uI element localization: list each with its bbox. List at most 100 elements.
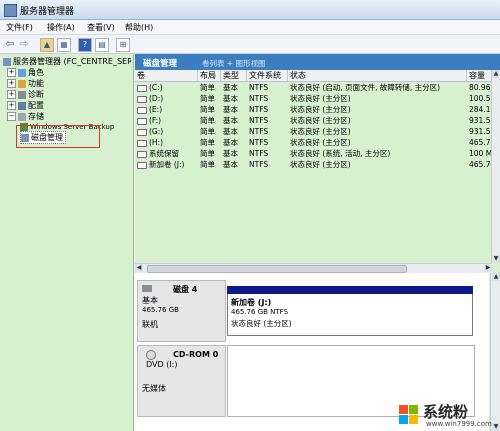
disk-type: 基本 xyxy=(142,296,158,305)
menu-help[interactable]: 帮助(H) xyxy=(125,22,153,33)
roles-icon xyxy=(18,68,26,77)
volume-row[interactable]: (G:) 简单 基本 NTFS 状态良好 (主分区) 931.51 xyxy=(135,126,492,137)
scroll-left-icon[interactable]: ◀ xyxy=(135,264,143,272)
graphical-view-scrollbar[interactable]: ▲ ▼ xyxy=(490,273,500,431)
disk-4-label[interactable]: 磁盘 4 基本 465.76 GB 联机 xyxy=(137,280,226,342)
volume-capacity: 465.76 xyxy=(469,160,492,169)
volume-name: (D:) xyxy=(149,94,164,103)
volume-status: 状态良好 (主分区) xyxy=(290,116,351,125)
volume-list-vscrollbar[interactable]: ▲ ▼ xyxy=(491,70,500,263)
menu-file[interactable]: 文件(F) xyxy=(6,22,33,33)
tree-item-diagnostics[interactable]: + 诊断 xyxy=(7,89,44,100)
volume-row[interactable]: (C:) 简单 基本 NTFS 状态良好 (启动, 页面文件, 故障转储, 主分… xyxy=(135,82,492,93)
volume-row[interactable]: (F:) 简单 基本 NTFS 状态良好 (主分区) 931.51 xyxy=(135,115,492,126)
volume-icon xyxy=(137,106,147,114)
expand-icon[interactable]: + xyxy=(7,90,16,99)
folder-up-icon[interactable]: ▲ xyxy=(40,38,54,52)
volume-layout: 简单 xyxy=(200,138,215,147)
toolbar: ⇦ ⇨ ▲ ▦ ? ▤ ⊞ xyxy=(0,35,500,54)
volume-name: 新加卷 (J:) xyxy=(149,160,185,169)
volume-row[interactable]: (D:) 简单 基本 NTFS 状态良好 (主分区) 100.59 xyxy=(135,93,492,104)
scroll-up-icon[interactable]: ▲ xyxy=(492,70,500,78)
volume-filesystem: NTFS xyxy=(249,138,269,147)
volume-capacity: 80.96 G xyxy=(469,83,492,92)
volume-name: (G:) xyxy=(149,127,164,136)
expand-icon[interactable]: + xyxy=(7,68,16,77)
volume-layout: 简单 xyxy=(200,94,215,103)
cdrom-name: CD-ROM 0 xyxy=(173,350,219,359)
help-icon[interactable]: ? xyxy=(78,38,92,52)
volume-icon xyxy=(137,117,147,125)
features-icon xyxy=(18,79,26,88)
volume-layout: 简单 xyxy=(200,149,215,158)
watermark-text: 系统粉 xyxy=(423,403,469,421)
volume-name: (H:) xyxy=(149,138,164,147)
partition-name: 新加卷 (J:) xyxy=(231,298,272,307)
volume-capacity: 100.59 xyxy=(469,94,492,103)
volume-capacity: 931.51 xyxy=(469,116,492,125)
volume-filesystem: NTFS xyxy=(249,83,269,92)
volume-status: 状态良好 (主分区) xyxy=(290,138,351,147)
cdrom-label[interactable]: CD-ROM 0 DVD (I:) 无媒体 xyxy=(137,345,226,417)
collapse-icon[interactable]: − xyxy=(7,112,16,121)
volume-list-hscrollbar[interactable]: ◀ ▶ xyxy=(135,263,492,273)
tree-item-features[interactable]: + 功能 xyxy=(7,78,44,89)
scroll-right-icon[interactable]: ▶ xyxy=(484,264,492,272)
view-settings-icon[interactable]: ⊞ xyxy=(116,38,130,52)
volume-row[interactable]: 新加卷 (J:) 简单 基本 NTFS 状态良好 (主分区) 465.76 xyxy=(135,159,492,170)
volume-icon xyxy=(137,128,147,136)
menu-view[interactable]: 查看(V) xyxy=(87,22,115,33)
column-type[interactable]: 类型 xyxy=(221,70,247,81)
volume-row[interactable]: 系统保留 简单 基本 NTFS 状态良好 (系统, 活动, 主分区) 100 M… xyxy=(135,148,492,159)
volume-filesystem: NTFS xyxy=(249,127,269,136)
menu-action[interactable]: 操作(A) xyxy=(47,22,75,33)
expand-icon[interactable]: + xyxy=(7,101,16,110)
menu-bar: 文件(F) 操作(A) 查看(V) 帮助(H) xyxy=(0,20,500,35)
hscroll-thumb[interactable] xyxy=(147,265,407,273)
volume-list-header: 卷 布局 类型 文件系统 状态 容量 xyxy=(135,70,492,82)
panel-header: 磁盘管理 卷列表 + 图形视图 xyxy=(135,54,500,70)
column-filesystem[interactable]: 文件系统 xyxy=(247,70,288,81)
window-title: 服务器管理器 xyxy=(20,7,75,17)
tree-item-roles[interactable]: + 角色 xyxy=(7,67,44,78)
scroll-down-icon[interactable]: ▼ xyxy=(492,255,500,263)
volume-icon xyxy=(137,84,147,92)
tree-item-storage[interactable]: − 存储 xyxy=(7,111,44,122)
scroll-down-icon[interactable]: ▼ xyxy=(492,423,500,431)
volume-row[interactable]: (H:) 简单 基本 NTFS 状态良好 (主分区) 465.76 xyxy=(135,137,492,148)
volume-row[interactable]: (E:) 简单 基本 NTFS 状态良好 (主分区) 284.12 xyxy=(135,104,492,115)
disk-size: 465.76 GB xyxy=(142,306,179,314)
title-bar: 服务器管理器 xyxy=(0,0,500,20)
watermark-url: www.win7999.com xyxy=(426,420,492,428)
disk-name: 磁盘 4 xyxy=(173,285,198,294)
volume-capacity: 465.76 xyxy=(469,138,492,147)
volume-name: (C:) xyxy=(149,83,163,92)
scroll-up-icon[interactable]: ▲ xyxy=(492,273,500,281)
back-arrow-icon[interactable]: ⇦ xyxy=(4,38,16,50)
volume-type: 基本 xyxy=(223,149,238,158)
column-volume[interactable]: 卷 xyxy=(135,70,198,81)
volume-type: 基本 xyxy=(223,105,238,114)
diagnostics-icon xyxy=(18,90,26,99)
volume-type: 基本 xyxy=(223,83,238,92)
configuration-icon xyxy=(18,101,26,110)
highlight-box xyxy=(16,125,100,148)
tree-root[interactable]: 服务器管理器 (FC_CENTRE_SERV xyxy=(3,56,131,67)
expand-icon[interactable]: + xyxy=(7,79,16,88)
forward-arrow-icon[interactable]: ⇨ xyxy=(18,38,30,50)
column-layout[interactable]: 布局 xyxy=(198,70,221,81)
volume-type: 基本 xyxy=(223,94,238,103)
volume-layout: 简单 xyxy=(200,105,215,114)
volume-status: 状态良好 (主分区) xyxy=(290,105,351,114)
tree-item-configuration[interactable]: + 配置 xyxy=(7,100,44,111)
volume-type: 基本 xyxy=(223,127,238,136)
column-capacity[interactable]: 容量 xyxy=(467,70,492,81)
volume-filesystem: NTFS xyxy=(249,94,269,103)
console-tree-icon[interactable]: ▦ xyxy=(57,38,71,52)
navigation-tree: 服务器管理器 (FC_CENTRE_SERV + 角色 + 功能 + 诊断 + 配置 −… xyxy=(0,54,134,431)
volume-status: 状态良好 (启动, 页面文件, 故障转储, 主分区) xyxy=(290,83,441,92)
properties-icon[interactable]: ▤ xyxy=(95,38,109,52)
column-status[interactable]: 状态 xyxy=(288,70,467,81)
volume-name: (E:) xyxy=(149,105,163,114)
volume-icon xyxy=(137,161,147,169)
